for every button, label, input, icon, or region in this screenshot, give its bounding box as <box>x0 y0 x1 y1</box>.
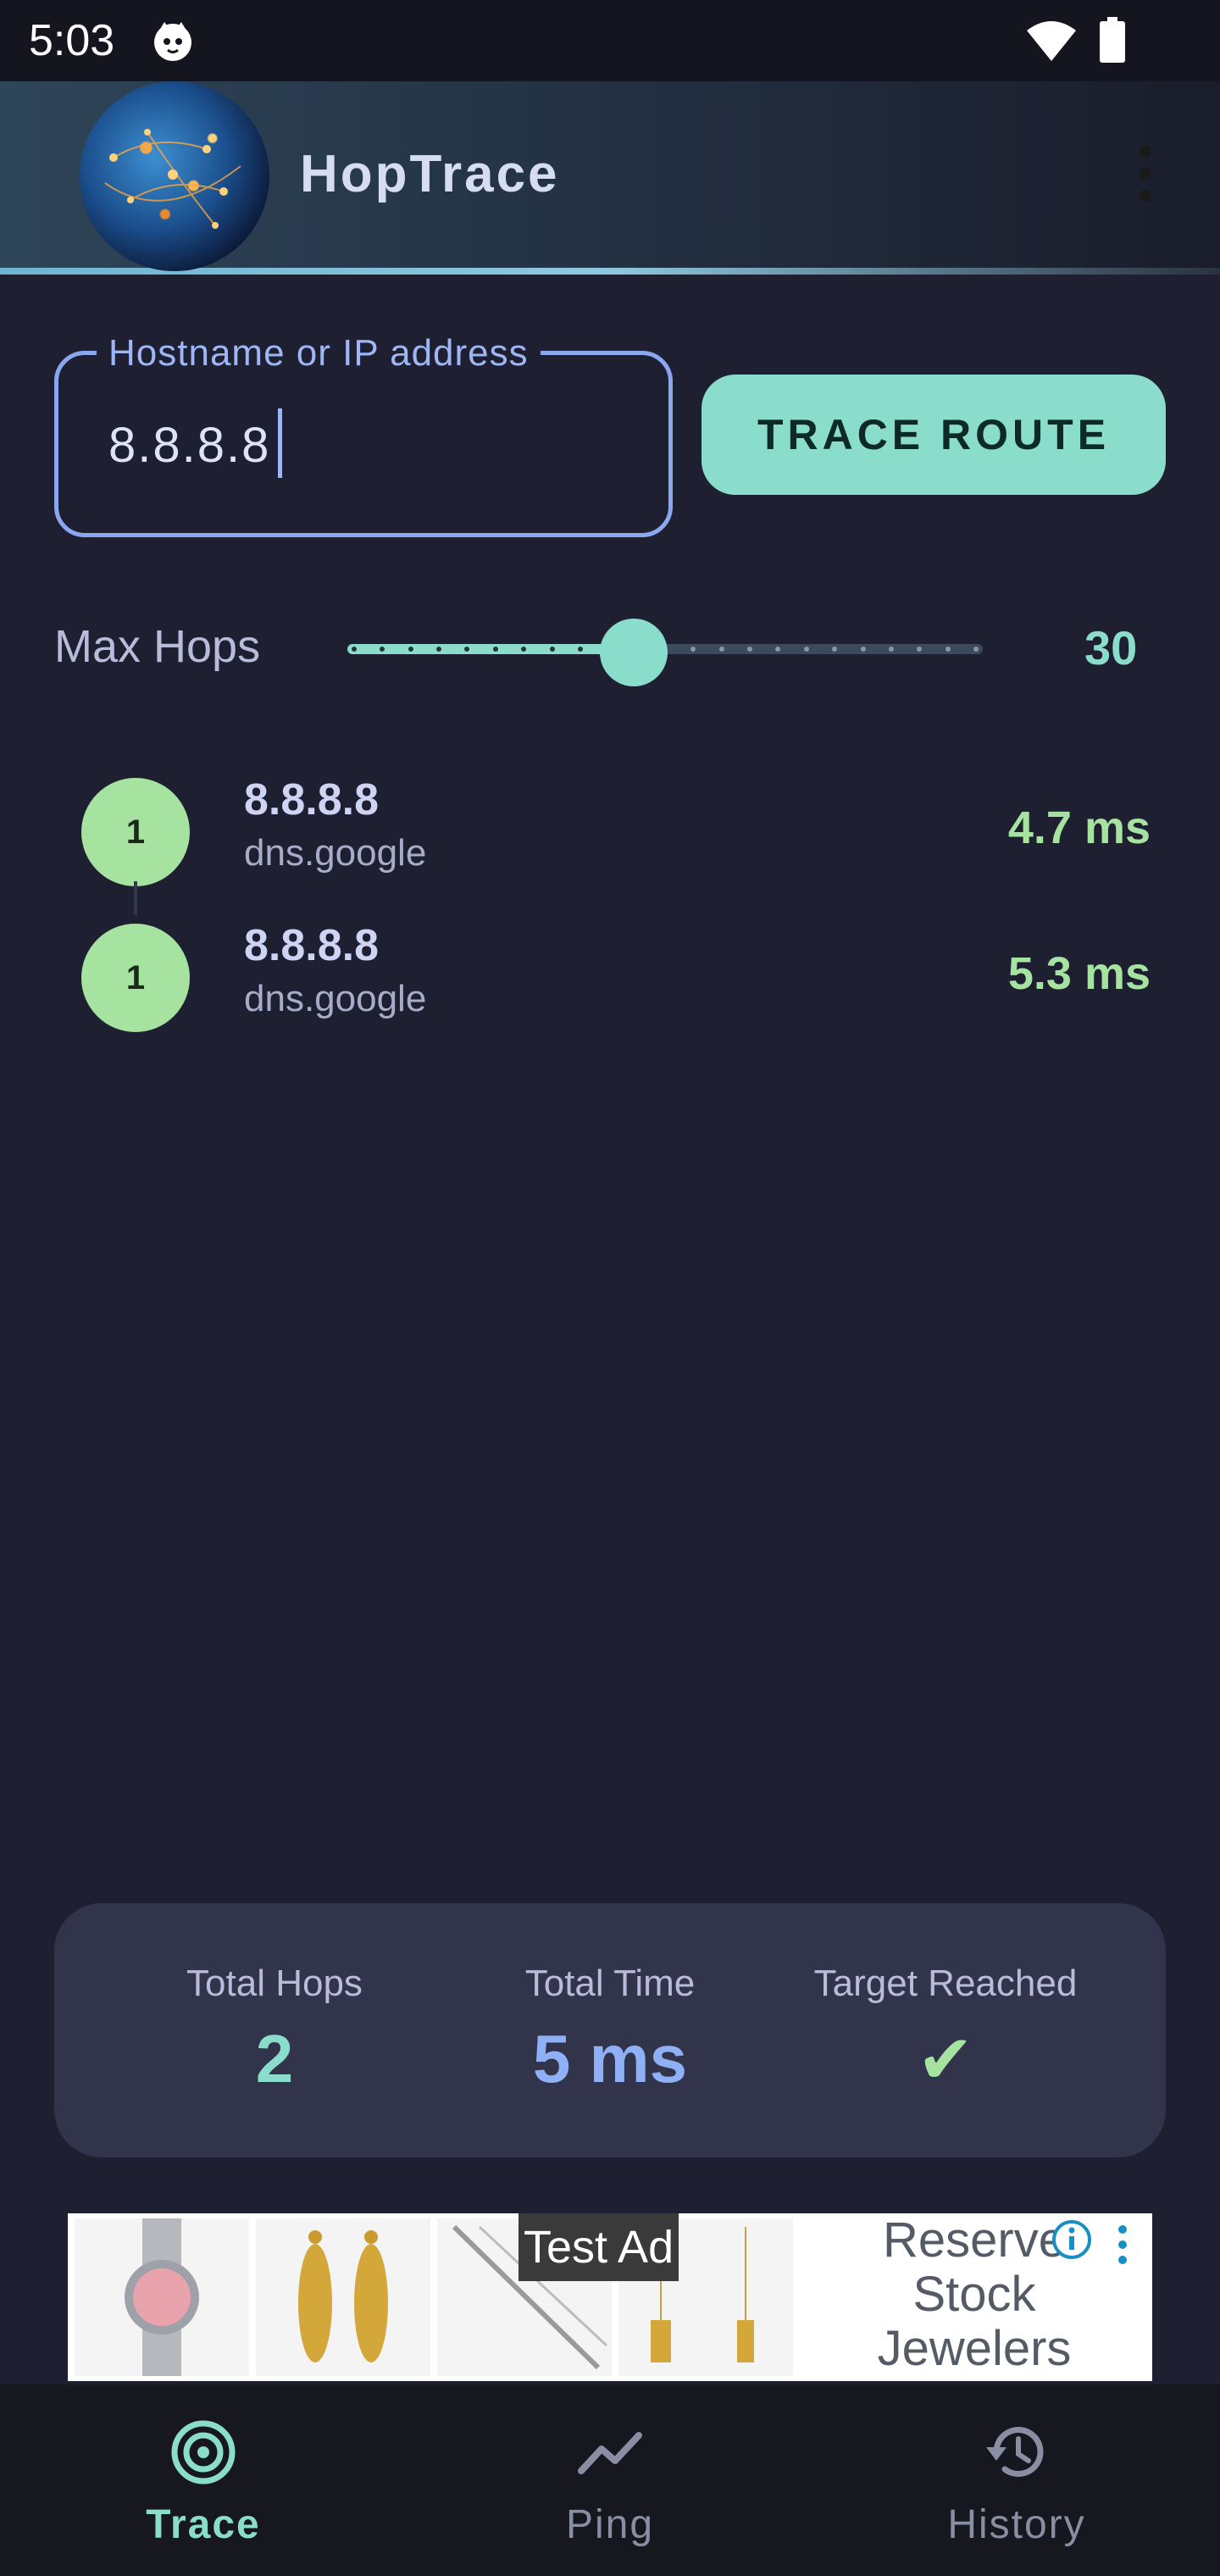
total-hops-stat: Total Hops 2 <box>97 1903 452 2157</box>
app-title: HopTrace <box>300 145 560 203</box>
nav-ping[interactable]: Ping <box>441 2384 779 2576</box>
slider-tick <box>718 647 724 652</box>
hop-row[interactable]: 1 8.8.8.8 dns.google 5.3 ms <box>0 908 1220 1044</box>
ad-line-3: Jewelers <box>877 2321 1072 2376</box>
slider-tick <box>352 647 357 652</box>
hop-row[interactable]: 1 8.8.8.8 dns.google 4.7 ms <box>0 763 1220 898</box>
hop-ip: 8.8.8.8 <box>244 921 380 970</box>
slider-tick <box>945 647 951 652</box>
total-hops-label: Total Hops <box>186 1963 363 2004</box>
target-reached-stat: Target Reached ✔ <box>768 1903 1123 2157</box>
slider-tick <box>577 647 583 652</box>
hop-latency: 4.7 ms <box>1007 802 1151 853</box>
ad-headline[interactable]: Reserve Stock Jewelers <box>796 2213 1152 2376</box>
max-hops-label: Max Hops <box>54 621 261 672</box>
slider-tick <box>492 647 498 652</box>
slider-tick <box>549 647 555 652</box>
slider-active-track <box>347 644 634 654</box>
hostname-value[interactable]: 8.8.8.8 <box>108 417 270 474</box>
text-cursor <box>278 408 282 478</box>
hop-number-badge: 1 <box>81 778 190 886</box>
ad-line-2: Stock <box>912 2267 1036 2322</box>
earrings-image[interactable] <box>256 2218 430 2376</box>
nav-ping-label: Ping <box>565 2502 655 2547</box>
total-time-stat: Total Time 5 ms <box>432 1903 788 2157</box>
hop-ip: 8.8.8.8 <box>244 775 380 824</box>
ad-line-1: Reserve <box>883 2212 1066 2268</box>
globe-logo <box>80 81 269 271</box>
hop-number-badge: 1 <box>81 924 190 1032</box>
slider-tick <box>973 647 979 652</box>
target-reached-label: Target Reached <box>813 1963 1078 2004</box>
battery-icon <box>1100 17 1125 63</box>
nav-trace[interactable]: Trace <box>34 2384 373 2576</box>
watch-image[interactable] <box>75 2218 249 2376</box>
hop-latency: 5.3 ms <box>1007 948 1151 999</box>
test-ad-label: Test Ad <box>518 2213 679 2281</box>
ad-menu-icon[interactable] <box>1115 2225 1130 2273</box>
slider-tick <box>803 647 809 652</box>
target-icon <box>171 2420 236 2484</box>
ad-info-icon[interactable] <box>1051 2218 1093 2261</box>
nav-trace-label: Trace <box>146 2502 261 2547</box>
cat-notification-icon <box>154 22 191 61</box>
hostname-label: Hostname or IP address <box>97 332 541 375</box>
checkmark-icon: ✔ <box>917 2022 974 2097</box>
slider-tick <box>860 647 866 652</box>
total-time-label: Total Time <box>524 1963 696 2004</box>
slider-thumb[interactable] <box>599 619 668 686</box>
total-time-value: 5 ms <box>532 2021 688 2096</box>
summary-card: Total Hops 2 Total Time 5 ms Target Reac… <box>54 1903 1166 2157</box>
slider-tick <box>408 647 413 652</box>
nav-history-label: History <box>947 2502 1086 2547</box>
overflow-menu-icon[interactable] <box>1137 146 1154 207</box>
max-hops-value: 30 <box>1084 621 1138 675</box>
status-bar: 5:03 <box>0 0 1220 81</box>
wifi-icon <box>1027 21 1076 61</box>
total-hops-value: 2 <box>255 2021 294 2096</box>
trace-route-button[interactable]: TRACE ROUTE <box>702 375 1166 495</box>
nav-history[interactable]: History <box>847 2384 1186 2576</box>
hop-hostname: dns.google <box>244 832 427 874</box>
history-icon <box>986 2427 1044 2477</box>
trend-icon <box>578 2432 642 2474</box>
hop-hostname: dns.google <box>244 978 427 1019</box>
status-time: 5:03 <box>29 16 115 65</box>
slider-tick <box>888 647 894 652</box>
max-hops-slider[interactable] <box>339 607 991 691</box>
